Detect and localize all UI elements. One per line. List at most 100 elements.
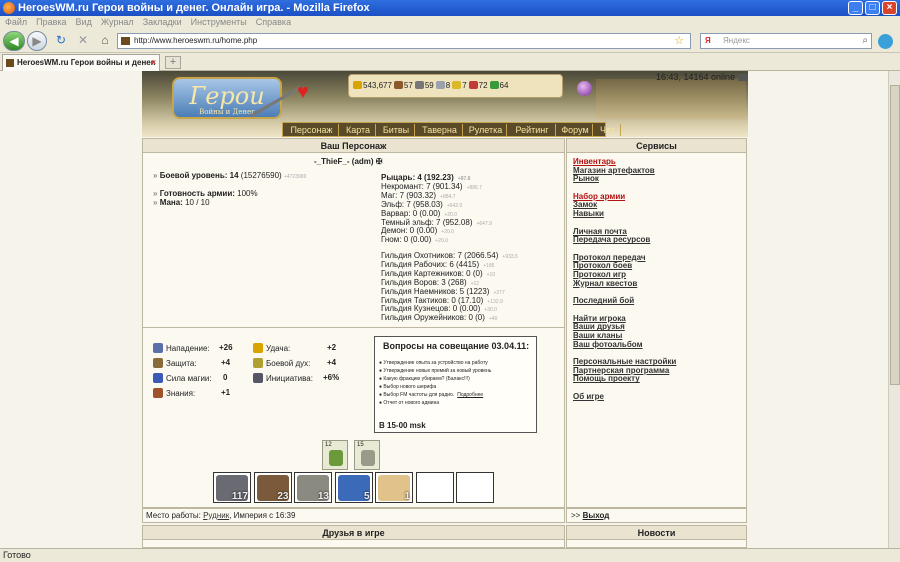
yandex-icon: Я [705, 36, 711, 45]
service-link[interactable]: Последний бой [573, 296, 634, 305]
faction-delta: +886.7 [466, 184, 483, 191]
army-slot[interactable]: 1 [375, 472, 413, 503]
character-name[interactable]: -_ThieF_- (adm) ✠ [314, 157, 383, 166]
new-tab-button[interactable]: + [165, 56, 181, 69]
army-slot[interactable]: 5 [334, 472, 373, 503]
meeting-items: Утверждение опыта за устройство на работ… [379, 359, 491, 407]
meeting-more-link[interactable]: Подробнее [457, 392, 483, 398]
minimize-button[interactable]: _ [848, 1, 863, 15]
sword-icon [153, 343, 163, 353]
home-icon[interactable]: ⌂ [96, 31, 114, 51]
game-tab[interactable]: Рейтинг [509, 124, 556, 136]
mercury-icon [435, 81, 445, 89]
army-slot[interactable] [456, 472, 494, 503]
close-button[interactable]: × [882, 1, 897, 15]
status-bar: Готово [0, 548, 900, 562]
guild-row: Гильдия Кузнецов: 0 (0.00) +30.0 [381, 304, 497, 313]
stat-value: +4 [221, 358, 231, 367]
menu-item[interactable]: Файл [5, 16, 27, 29]
mail-icon[interactable] [737, 74, 747, 81]
game-nav-tabs: Персонаж Карта Битвы Таверна Рулетка Рейтинг Ф… [282, 122, 621, 137]
resources-bar: 543,677 57 59 8 7 72 64 [348, 74, 563, 98]
url-bar[interactable]: http://www.heroeswm.ru/home.php ☆ [117, 33, 691, 49]
meeting-item: Выбор нового шерифа [379, 383, 491, 391]
meeting-item: Выбор FM частоты для радио.Подробнее [379, 391, 491, 399]
skype-icon[interactable] [878, 34, 893, 49]
service-link[interactable]: Об игре [573, 392, 604, 401]
faction-row: Демон: 0 (0.00) +20.0 [381, 226, 454, 235]
game-tab[interactable]: Таверна [417, 124, 463, 136]
army-slot[interactable]: 13 [294, 472, 332, 503]
menu-item[interactable]: Справка [256, 16, 291, 29]
stat-row: Нападение: [153, 343, 210, 353]
castle-artwork [596, 79, 746, 119]
meeting-item-text: Выбор нового шерифа [383, 384, 437, 390]
tab-close-icon[interactable]: × [151, 55, 156, 70]
meeting-item: Утверждение опыта за устройство на работ… [379, 359, 491, 367]
guild-delta: +10 [486, 271, 496, 278]
army-slot[interactable]: 117 [213, 472, 251, 503]
game-tab[interactable]: Битвы [378, 124, 415, 136]
faction-text: Гном: 0 (0.00) [381, 235, 432, 245]
search-icon[interactable]: ⌕ [862, 34, 868, 48]
search-input[interactable]: Я Яндекс ⌕ [700, 33, 872, 49]
artifact-slot[interactable]: 12 [322, 440, 348, 470]
window-title-bar: HeroesWM.ru Герои войны и денег. Онлайн … [0, 0, 900, 16]
game-tab[interactable]: Чат [595, 124, 621, 136]
service-link[interactable]: Ваш фотоальбом [573, 340, 643, 349]
page-content: Герои Войны и Денег ♥ 543,677 57 59 8 7 72 64 … [0, 71, 900, 548]
service-link[interactable]: Помощь проекту [573, 374, 640, 383]
stat-label: Сила магии: [166, 374, 212, 383]
ore-icon [414, 81, 424, 89]
hourglass-icon [253, 373, 263, 383]
exit-link[interactable]: Выход [583, 511, 610, 520]
army-slot[interactable]: 23 [253, 472, 292, 503]
army-readiness: » Готовность армии: 100% [153, 189, 258, 198]
exit-panel: >> Выход [566, 508, 747, 523]
exit-row: >> Выход [571, 511, 610, 520]
menu-item[interactable]: Инструменты [191, 16, 247, 29]
firefox-icon [3, 2, 15, 14]
game-tab[interactable]: Рулетка [465, 124, 507, 136]
meeting-item: Утверждение новых премий за новый уровен… [379, 367, 491, 375]
stop-icon[interactable]: ✕ [74, 31, 92, 51]
guild-row: Гильдия Оружейников: 0 (0) +40 [381, 313, 497, 322]
reload-icon[interactable]: ↻ [52, 31, 70, 51]
resource-item: 72 [468, 75, 488, 97]
faction-row: Варвар: 0 (0.00) +20.0 [381, 209, 457, 218]
service-link[interactable]: Навыки [573, 209, 604, 218]
maximize-button[interactable]: □ [865, 1, 880, 15]
wood-icon [393, 81, 403, 89]
army-slot[interactable] [415, 472, 454, 503]
server-time-online: 16:43, 14164 online [656, 72, 747, 82]
service-link[interactable]: Передача ресурсов [573, 235, 650, 244]
scrollbar-thumb[interactable] [890, 85, 900, 385]
resource-item: 543,677 [353, 75, 392, 97]
menu-item[interactable]: Журнал [101, 16, 134, 29]
faction-delta: +647.9 [476, 220, 492, 227]
bookmark-star-icon[interactable]: ☆ [674, 34, 684, 48]
forward-button[interactable]: ▶ [27, 31, 47, 51]
page-scrollbar[interactable] [888, 71, 900, 548]
back-button[interactable]: ◀ [3, 31, 25, 51]
service-link[interactable]: Рынок [573, 174, 599, 183]
artifact-durability: 15 [357, 442, 364, 448]
guild-delta: +40 [488, 316, 498, 323]
menu-item[interactable]: Правка [36, 16, 66, 29]
guild-text: Гильдия Кузнецов: 0 (0.00) [381, 304, 481, 314]
faction-row: Рыцарь: 4 (192.23) +87.8 [381, 173, 470, 182]
site-favicon [121, 37, 130, 45]
artifact-slot[interactable]: 15 [354, 440, 380, 470]
menu-item[interactable]: Закладки [143, 16, 182, 29]
service-link[interactable]: Журнал квестов [573, 279, 637, 288]
game-tab[interactable]: Карта [341, 124, 376, 136]
friends-panel: Друзья в игре [142, 525, 565, 548]
game-tab[interactable]: Персонаж [285, 124, 339, 136]
game-tab[interactable]: Форум [558, 124, 593, 136]
tab-favicon [6, 59, 14, 67]
work-panel: Место работы: Рудник, Империя с 16:39 [142, 508, 565, 523]
rainbow-icon [253, 343, 263, 353]
menu-item[interactable]: Вид [76, 16, 92, 29]
work-place-link[interactable]: Рудник [203, 511, 229, 520]
tab-heroeswm[interactable]: HeroesWM.ru Герои войны и денег. ... × [2, 54, 160, 82]
